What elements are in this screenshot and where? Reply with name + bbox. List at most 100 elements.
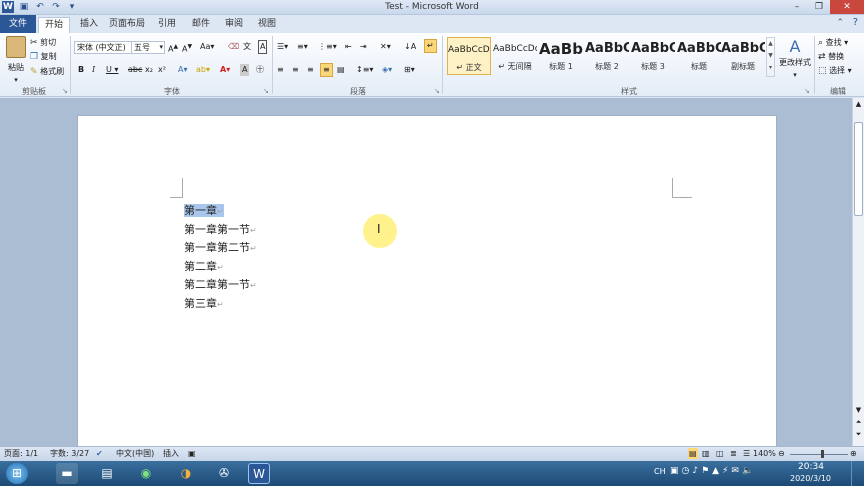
font-color-icon[interactable]: A▾ (220, 64, 230, 76)
next-page-icon[interactable]: ⏷ (854, 430, 863, 440)
replace-button[interactable]: ⇄ 替换 (818, 51, 844, 63)
format-painter-button[interactable]: ✎ 格式刷 (30, 66, 64, 78)
scroll-down-icon[interactable]: ▼ (854, 406, 863, 416)
select-button[interactable]: ⬚ 选择 ▾ (818, 65, 852, 77)
page-count[interactable]: 页面: 1/1 (4, 447, 38, 461)
paragraph-launcher-icon[interactable]: ↘ (434, 87, 440, 95)
style-heading-1[interactable]: AaBb 标题 1 (539, 37, 583, 75)
italic-icon[interactable]: I (92, 64, 95, 76)
font-name-combo[interactable]: 宋体 (中文正) (74, 41, 132, 54)
clock-date[interactable]: 2020/3/10 (790, 474, 831, 483)
justify-icon[interactable]: ≡ (320, 63, 333, 77)
style-normal[interactable]: AaBbCcDd ↵ 正文 (447, 37, 491, 75)
print-layout-icon[interactable]: ▤ (688, 448, 698, 459)
shrink-font-icon[interactable]: A▼ (182, 41, 192, 56)
align-left-icon[interactable]: ≡ (277, 64, 284, 76)
outline-icon[interactable]: ≣ (730, 447, 737, 461)
change-styles-button[interactable]: A 更改样式 ▾ (778, 37, 812, 81)
style-title[interactable]: AaBbC 标题 (677, 37, 721, 75)
doc-line-2[interactable]: 第一章第一节↵ (184, 221, 257, 237)
tab-references[interactable]: 引用 (156, 17, 178, 33)
web-layout-icon[interactable]: ◫ (716, 447, 724, 461)
grow-font-icon[interactable]: A▲ (168, 41, 178, 56)
minimize-icon[interactable]: – (786, 0, 808, 14)
doc-line-3[interactable]: 第一章第二节↵ (184, 239, 257, 255)
tab-page-layout[interactable]: 页面布局 (108, 17, 146, 33)
collapse-ribbon-icon[interactable]: ⌃ (836, 18, 844, 28)
firefox-icon[interactable]: ◑ (175, 463, 197, 484)
decrease-indent-icon[interactable]: ⇤ (345, 41, 352, 53)
zoom-slider[interactable] (790, 454, 848, 455)
style-no-spacing[interactable]: AaBbCcDd ↵ 无间隔 (493, 37, 537, 75)
borders-icon[interactable]: ⊞▾ (404, 64, 415, 76)
strikethrough-icon[interactable]: abc (128, 64, 142, 76)
enclose-char-icon[interactable]: ㊉ (256, 64, 264, 76)
prev-page-icon[interactable]: ⏶ (854, 418, 863, 428)
bold-icon[interactable]: B (78, 64, 84, 76)
input-language[interactable]: CH (654, 467, 666, 476)
bullets-icon[interactable]: ☰▾ (277, 41, 288, 53)
doc-line-5[interactable]: 第二章第一节↵ (184, 276, 257, 292)
change-case-icon[interactable]: Aa▾ (200, 41, 214, 53)
insert-mode[interactable]: 插入 (163, 447, 179, 461)
tab-insert[interactable]: 插入 (78, 17, 100, 33)
doc-line-4[interactable]: 第二章↵ (184, 258, 224, 274)
char-shading-icon[interactable]: A (240, 64, 250, 76)
phonetic-guide-icon[interactable]: 文 (243, 41, 251, 53)
word-count[interactable]: 字数: 3/27 (50, 447, 89, 461)
sort-icon[interactable]: ↓A (404, 41, 416, 53)
tab-mailings[interactable]: 邮件 (190, 17, 212, 33)
style-heading-2[interactable]: AaBbC 标题 2 (585, 37, 629, 75)
clipboard-launcher-icon[interactable]: ↘ (62, 87, 68, 95)
align-right-icon[interactable]: ≡ (307, 64, 314, 76)
browser-icon[interactable]: ◉ (135, 463, 157, 484)
font-size-combo[interactable]: 五号 ▾ (131, 41, 165, 54)
document-page[interactable]: 第一章↵ 第一章第一节↵ 第一章第二节↵ 第二章↵ 第二章第一节↵ 第三章↵ Ι (77, 115, 777, 455)
style-heading-3[interactable]: AaBbC 标题 3 (631, 37, 675, 75)
vertical-scrollbar[interactable]: ▲ ▼ ⏶ ⏷ (852, 98, 864, 446)
highlight-icon[interactable]: ab▾ (196, 64, 210, 76)
line-spacing-icon[interactable]: ↕≡▾ (356, 64, 373, 76)
tab-home[interactable]: 开始 (38, 17, 70, 33)
tab-review[interactable]: 审阅 (223, 17, 245, 33)
close-icon[interactable]: ✕ (830, 0, 864, 14)
proofing-icon[interactable]: ✔ (96, 447, 103, 461)
restore-icon[interactable]: ❐ (808, 0, 830, 14)
styles-launcher-icon[interactable]: ↘ (804, 87, 810, 95)
doc-line-1[interactable]: 第一章↵ (184, 202, 224, 218)
zoom-level[interactable]: 140% (753, 447, 776, 461)
numbering-icon[interactable]: ≡▾ (297, 41, 308, 53)
macro-icon[interactable]: ▣ (188, 447, 196, 461)
zoom-in-icon[interactable]: ⊕ (850, 447, 857, 461)
distribute-icon[interactable]: ▤ (337, 64, 345, 76)
tool-icon[interactable]: ✇ (213, 463, 235, 484)
styles-scroll[interactable]: ▲ ▼ ▾ (766, 37, 775, 77)
notepad-icon[interactable]: ▤ (96, 463, 118, 484)
copy-button[interactable]: ❐ 复制 (30, 51, 57, 63)
full-screen-reading-icon[interactable]: ▥ (702, 447, 710, 461)
underline-icon[interactable]: U ▾ (106, 64, 118, 76)
tab-file[interactable]: 文件 (0, 15, 36, 33)
scroll-thumb[interactable] (854, 122, 863, 216)
multilevel-list-icon[interactable]: ⋮≡▾ (318, 41, 337, 53)
subscript-icon[interactable]: x₂ (145, 64, 153, 76)
help-icon[interactable]: ? (853, 17, 858, 28)
doc-line-6[interactable]: 第三章↵ (184, 295, 224, 311)
clear-format-icon[interactable]: ⌫ (228, 41, 239, 53)
text-effects-icon[interactable]: A▾ (178, 64, 188, 76)
start-button[interactable]: ⊞ (6, 463, 28, 484)
word-taskbar-icon[interactable]: W (248, 463, 270, 484)
draft-icon[interactable]: ☰ (743, 447, 750, 461)
font-launcher-icon[interactable]: ↘ (263, 87, 269, 95)
show-desktop-button[interactable] (851, 461, 864, 486)
style-subtitle[interactable]: AaBbC 副标题 (721, 37, 765, 75)
shading-icon[interactable]: ◈▾ (382, 64, 392, 76)
language-indicator[interactable]: 中文(中国) (116, 447, 154, 461)
explorer-icon[interactable]: ▬ (56, 463, 78, 484)
tray-icons[interactable]: ▣◷♪⚑▲⚡✉🔈 (670, 466, 756, 476)
align-center-icon[interactable]: ≡ (292, 64, 299, 76)
show-marks-icon[interactable]: ↵ (424, 39, 437, 53)
scroll-up-icon[interactable]: ▲ (854, 100, 863, 110)
zoom-out-icon[interactable]: ⊖ (778, 447, 785, 461)
superscript-icon[interactable]: x² (158, 64, 166, 76)
